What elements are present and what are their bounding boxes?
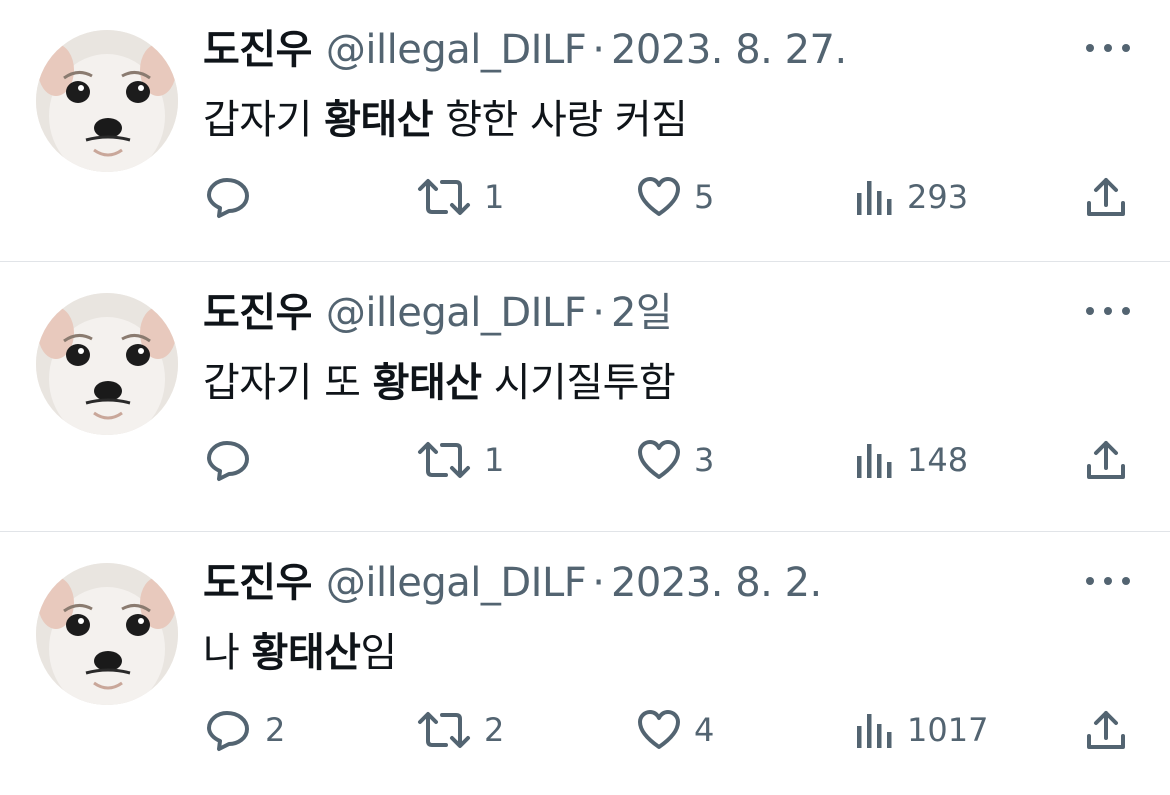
tweet[interactable]: 도진우 @illegal_DILF · 2일 갑자기 또 황태산 시기질투함 1… bbox=[0, 263, 1170, 532]
like-count: 5 bbox=[694, 178, 715, 216]
tweet-text: 나 황태산임 bbox=[203, 625, 397, 681]
views-bar-chart-icon bbox=[857, 714, 892, 748]
tweet-date[interactable]: 2일 bbox=[611, 285, 673, 341]
views-button[interactable]: 148 bbox=[855, 438, 968, 482]
avatar[interactable] bbox=[36, 30, 178, 172]
share-icon bbox=[1087, 441, 1125, 479]
tweet-text-after: 시기질투함 bbox=[481, 360, 676, 406]
heart-icon bbox=[638, 177, 680, 216]
reply-bubble-icon bbox=[207, 441, 249, 481]
avatar[interactable] bbox=[36, 293, 178, 435]
share-icon bbox=[1087, 178, 1125, 216]
separator-dot: · bbox=[592, 290, 605, 336]
views-button[interactable]: 293 bbox=[855, 175, 968, 219]
tweet-text: 갑자기 또 황태산 시기질투함 bbox=[203, 355, 676, 411]
tweet-text-before: 나 bbox=[203, 630, 252, 676]
reply-button[interactable] bbox=[205, 175, 265, 219]
separator-dot: · bbox=[592, 27, 605, 73]
heart-icon bbox=[638, 710, 680, 749]
retweet-button[interactable]: 2 bbox=[416, 708, 504, 752]
dog-avatar-image bbox=[36, 293, 178, 435]
tweet-date[interactable]: 2023. 8. 27. bbox=[611, 22, 847, 78]
more-dots-icon[interactable] bbox=[1086, 36, 1130, 60]
avatar[interactable] bbox=[36, 563, 178, 705]
retweet-button[interactable]: 1 bbox=[416, 175, 504, 219]
tweet-text-after: 임 bbox=[360, 630, 397, 676]
retweet-count: 2 bbox=[484, 711, 505, 749]
views-count: 293 bbox=[907, 178, 969, 216]
dog-avatar-image bbox=[36, 30, 178, 172]
retweet-icon bbox=[418, 442, 470, 478]
more-dots-icon[interactable] bbox=[1086, 299, 1130, 323]
separator-dot: · bbox=[592, 560, 605, 606]
tweet[interactable]: 도진우 @illegal_DILF · 2023. 8. 2. 나 황태산임 2… bbox=[0, 533, 1170, 795]
tweet-text-bold: 황태산 bbox=[251, 630, 361, 676]
display-name[interactable]: 도진우 bbox=[203, 555, 312, 611]
like-button[interactable]: 5 bbox=[636, 175, 714, 219]
tweet-text-before: 갑자기 bbox=[203, 97, 325, 143]
views-count: 148 bbox=[907, 441, 969, 479]
dog-avatar-image bbox=[36, 563, 178, 705]
user-handle[interactable]: @illegal_DILF bbox=[326, 555, 587, 611]
like-count: 4 bbox=[694, 711, 715, 749]
tweet-text-bold: 황태산 bbox=[324, 97, 434, 143]
views-bar-chart-icon bbox=[857, 444, 892, 478]
retweet-button[interactable]: 1 bbox=[416, 438, 504, 482]
share-button[interactable] bbox=[1084, 175, 1128, 219]
like-button[interactable]: 4 bbox=[636, 708, 714, 752]
more-dots-icon[interactable] bbox=[1086, 569, 1130, 593]
retweet-count: 1 bbox=[484, 178, 505, 216]
reply-button[interactable] bbox=[205, 438, 265, 482]
tweet-header: 도진우 @illegal_DILF · 2일 bbox=[203, 285, 673, 341]
share-button[interactable] bbox=[1084, 708, 1128, 752]
retweet-count: 1 bbox=[484, 441, 505, 479]
views-button[interactable]: 1017 bbox=[855, 708, 988, 752]
display-name[interactable]: 도진우 bbox=[203, 285, 312, 341]
tweet-text-bold: 황태산 bbox=[372, 360, 482, 406]
tweet-date[interactable]: 2023. 8. 2. bbox=[611, 555, 822, 611]
heart-icon bbox=[638, 440, 680, 479]
retweet-icon bbox=[418, 712, 470, 748]
like-count: 3 bbox=[694, 441, 715, 479]
views-bar-chart-icon bbox=[857, 181, 892, 215]
tweet[interactable]: 도진우 @illegal_DILF · 2023. 8. 27. 갑자기 황태산… bbox=[0, 0, 1170, 262]
tweet-header: 도진우 @illegal_DILF · 2023. 8. 27. bbox=[203, 22, 847, 78]
views-count: 1017 bbox=[907, 711, 989, 749]
user-handle[interactable]: @illegal_DILF bbox=[326, 285, 587, 341]
display-name[interactable]: 도진우 bbox=[203, 22, 312, 78]
tweet-feed: 도진우 @illegal_DILF · 2023. 8. 27. 갑자기 황태산… bbox=[0, 0, 1170, 795]
reply-bubble-icon bbox=[207, 178, 249, 218]
retweet-icon bbox=[418, 179, 470, 215]
like-button[interactable]: 3 bbox=[636, 438, 714, 482]
tweet-text-after: 향한 사랑 커짐 bbox=[433, 97, 688, 143]
reply-count: 2 bbox=[265, 711, 286, 749]
share-icon bbox=[1087, 711, 1125, 749]
reply-bubble-icon bbox=[207, 711, 249, 751]
reply-button[interactable]: 2 bbox=[205, 708, 285, 752]
tweet-header: 도진우 @illegal_DILF · 2023. 8. 2. bbox=[203, 555, 822, 611]
share-button[interactable] bbox=[1084, 438, 1128, 482]
tweet-text: 갑자기 황태산 향한 사랑 커짐 bbox=[203, 92, 688, 148]
tweet-text-before: 갑자기 또 bbox=[203, 360, 373, 406]
user-handle[interactable]: @illegal_DILF bbox=[326, 22, 587, 78]
